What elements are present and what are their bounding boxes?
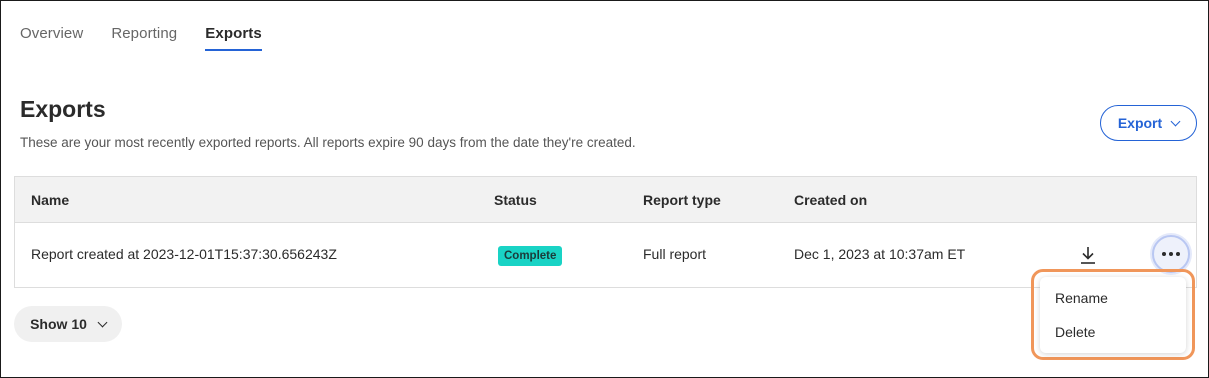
report-name: Report created at 2023-12-01T15:37:30.65… [31,246,337,262]
table-header: Name Status Report type Created on [15,177,1196,223]
created-on: Dec 1, 2023 at 10:37am ET [794,246,966,262]
column-header-created-on[interactable]: Created on [794,192,867,208]
menu-item-rename[interactable]: Rename [1040,287,1186,321]
download-icon[interactable] [1079,245,1097,265]
tab-exports[interactable]: Exports [205,25,262,51]
table-row: Report created at 2023-12-01T15:37:30.65… [15,223,1196,287]
column-header-report-type[interactable]: Report type [643,192,721,208]
tab-reporting[interactable]: Reporting [111,25,177,51]
exports-page: Overview Reporting Exports Exports These… [0,0,1209,378]
column-header-name[interactable]: Name [31,192,69,208]
page-subtitle: These are your most recently exported re… [20,135,636,150]
export-button[interactable]: Export [1100,105,1197,141]
tab-overview[interactable]: Overview [20,25,83,51]
more-options-button[interactable] [1152,235,1190,273]
menu-item-delete[interactable]: Delete [1040,321,1186,355]
exports-table: Name Status Report type Created on Repor… [14,176,1197,288]
page-title: Exports [20,96,106,122]
tab-bar: Overview Reporting Exports [20,25,262,51]
report-type: Full report [643,246,707,262]
chevron-down-icon [1170,116,1181,126]
status-badge: Complete [498,246,563,266]
show-per-page-label: Show 10 [30,316,87,332]
show-per-page-select[interactable]: Show 10 [14,306,122,342]
column-header-status[interactable]: Status [494,192,537,208]
row-actions-menu: Rename Delete [1040,277,1186,353]
more-options-icon [1162,252,1180,256]
export-button-label: Export [1117,115,1163,131]
chevron-down-icon [97,317,108,327]
